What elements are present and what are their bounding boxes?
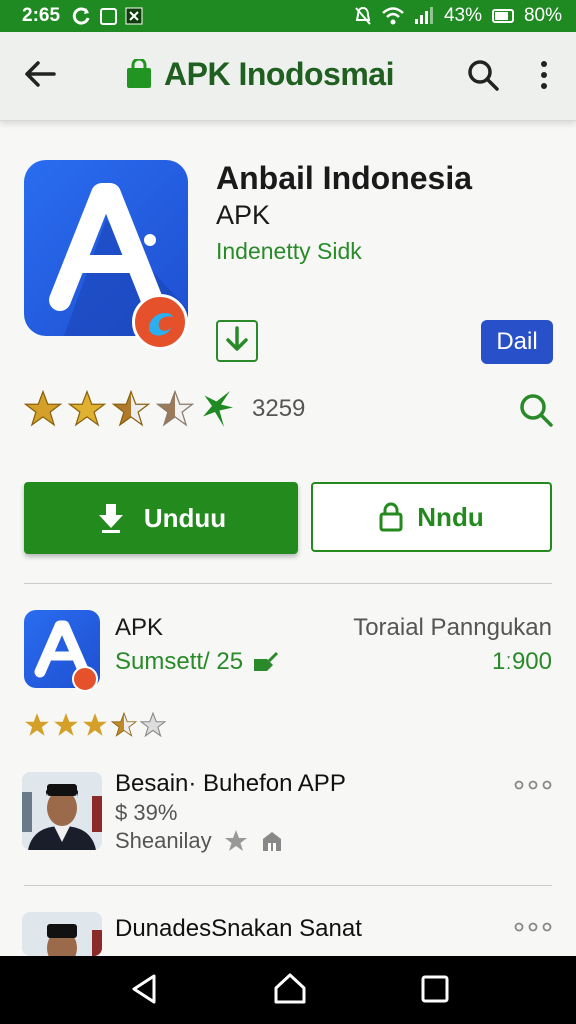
search-icon[interactable] bbox=[518, 392, 554, 428]
nav-recents-icon[interactable] bbox=[421, 975, 449, 1003]
more-vert-icon[interactable] bbox=[532, 58, 556, 92]
edit-tag-icon bbox=[254, 651, 279, 671]
status-bar: 2:65 43% 80% bbox=[0, 0, 576, 32]
x-notification-icon bbox=[125, 7, 143, 25]
status-time: 2:65 bbox=[22, 5, 61, 26]
star-full-icon bbox=[24, 390, 62, 427]
more-horiz-icon[interactable] bbox=[514, 778, 552, 792]
signal-icon bbox=[414, 7, 433, 24]
download-icon bbox=[98, 504, 123, 533]
green-star-icon bbox=[203, 391, 233, 427]
download-icon-button[interactable] bbox=[216, 320, 258, 362]
list-item-right-label: Toraial Panngukan bbox=[353, 614, 552, 641]
app-name: Anbail Indonesia bbox=[216, 160, 473, 196]
battery-icon bbox=[491, 9, 514, 23]
list-item-title[interactable]: APK bbox=[115, 614, 163, 642]
search-icon[interactable] bbox=[466, 58, 500, 92]
list-item-right-value: 1ː900 bbox=[491, 648, 552, 675]
wifi-icon bbox=[382, 7, 404, 25]
divider bbox=[24, 885, 552, 886]
back-arrow-icon[interactable] bbox=[22, 56, 58, 92]
rating-row: 3259 bbox=[24, 386, 305, 432]
star-empty-icon bbox=[140, 712, 166, 738]
battery-percent: 43% bbox=[443, 5, 482, 26]
download-button[interactable]: Unduu bbox=[24, 482, 298, 554]
star-full-icon bbox=[54, 713, 78, 736]
person-meta: Sheanilay bbox=[115, 828, 212, 853]
app-badge-icon bbox=[132, 294, 188, 350]
download-button-label: Unduu bbox=[143, 502, 227, 533]
person-title[interactable]: Besain· Buhefon APP bbox=[115, 770, 346, 798]
app-notification-icon bbox=[100, 7, 118, 25]
list-item-subtitle: Sumsett/ 25 bbox=[115, 648, 244, 675]
rating-count: 3259 bbox=[252, 395, 306, 422]
star-half-icon bbox=[156, 390, 194, 427]
app-subtitle: APK bbox=[216, 200, 271, 230]
star-half-icon bbox=[112, 390, 150, 427]
dail-button[interactable]: Dail bbox=[481, 320, 553, 364]
battery-percent-secondary: 80% bbox=[523, 5, 562, 26]
person-detail: $ 39% bbox=[115, 800, 178, 825]
nav-back-icon[interactable] bbox=[128, 972, 162, 1006]
star-full-icon bbox=[83, 713, 107, 736]
nav-home-icon[interactable] bbox=[272, 970, 308, 1006]
star-outline-icon bbox=[224, 830, 247, 851]
app-bar: APK Inodosmai bbox=[0, 32, 576, 121]
secondary-button[interactable]: Nndu bbox=[311, 482, 552, 552]
app-developer[interactable]: Indenetty Sidk bbox=[216, 238, 362, 265]
star-full-icon bbox=[68, 390, 106, 427]
shopping-bag-icon bbox=[127, 59, 151, 88]
building-icon bbox=[262, 832, 281, 851]
list-app-badge-icon bbox=[72, 666, 98, 692]
person-avatar[interactable] bbox=[22, 772, 102, 850]
lock-icon bbox=[379, 502, 403, 532]
page-title: APK Inodosmai bbox=[164, 55, 394, 92]
person-title[interactable]: DunadesSnakan Sanat bbox=[115, 915, 362, 943]
divider bbox=[24, 583, 552, 584]
navigation-bar bbox=[0, 956, 576, 1024]
sync-icon bbox=[72, 7, 90, 25]
star-half-icon bbox=[111, 712, 137, 737]
list-item-rating bbox=[24, 712, 166, 738]
more-horiz-icon[interactable] bbox=[514, 920, 552, 934]
star-full-icon bbox=[25, 713, 49, 736]
secondary-button-label: Nndu bbox=[417, 501, 484, 532]
mute-icon bbox=[355, 6, 371, 25]
person-avatar[interactable] bbox=[22, 912, 102, 956]
